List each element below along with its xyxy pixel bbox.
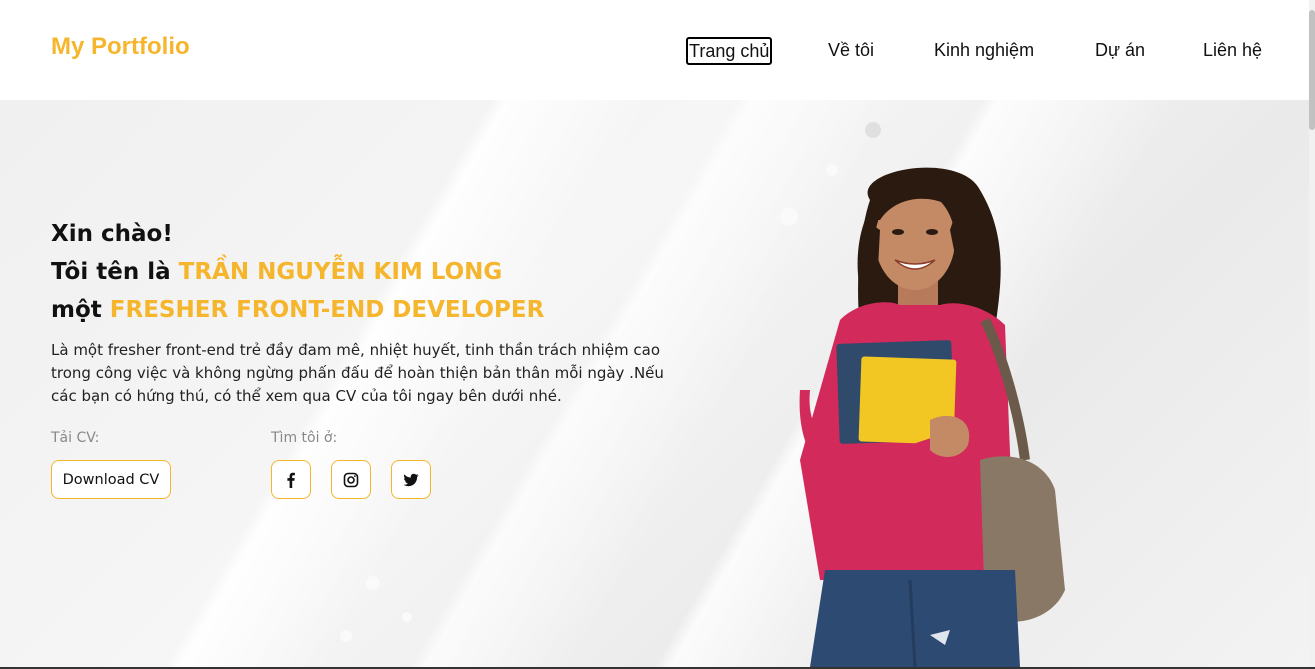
- role-heading: một FRESHER FRONT-END DEVELOPER: [51, 292, 544, 328]
- facebook-icon: [287, 472, 295, 488]
- decor-dot: [340, 630, 352, 642]
- main-nav: Trang chủ Về tôi Kinh nghiệm Dự án Liên …: [0, 37, 1309, 65]
- name-highlight: TRẦN NGUYỄN KIM LONG: [178, 259, 503, 285]
- decor-dot: [865, 122, 881, 138]
- intro-description: Là một fresher front-end trẻ đầy đam mê,…: [51, 341, 664, 405]
- role-prefix: một: [51, 297, 110, 323]
- nav-item-contact[interactable]: Liên hệ: [1203, 38, 1262, 62]
- twitter-button[interactable]: [391, 460, 431, 499]
- twitter-icon: [403, 473, 419, 486]
- scrollbar-thumb[interactable]: [1309, 10, 1315, 130]
- instagram-button[interactable]: [331, 460, 371, 499]
- page-scrollbar[interactable]: [1309, 0, 1315, 669]
- facebook-button[interactable]: [271, 460, 311, 499]
- name-prefix: Tôi tên là: [51, 259, 179, 285]
- decor-dot: [366, 576, 380, 590]
- site-header: My Portfolio Trang chủ Về tôi Kinh nghiệ…: [0, 0, 1309, 100]
- download-cv-button[interactable]: Download CV: [51, 460, 171, 499]
- role-highlight: FRESHER FRONT-END DEVELOPER: [109, 297, 545, 323]
- instagram-icon: [343, 472, 359, 487]
- greeting-heading: Xin chào!: [51, 221, 173, 247]
- nav-item-about[interactable]: Về tôi: [828, 38, 874, 62]
- decor-dot: [402, 612, 412, 622]
- nav-item-home[interactable]: Trang chủ: [686, 37, 773, 65]
- nav-item-experience[interactable]: Kinh nghiệm: [934, 38, 1034, 62]
- name-heading: Tôi tên là TRẦN NGUYỄN KIM LONG: [51, 254, 502, 290]
- student-photo: [799, 167, 1065, 667]
- cv-label: Tải CV:: [51, 430, 100, 446]
- find-me-label: Tìm tôi ở:: [271, 430, 338, 446]
- nav-item-projects[interactable]: Dự án: [1095, 38, 1145, 62]
